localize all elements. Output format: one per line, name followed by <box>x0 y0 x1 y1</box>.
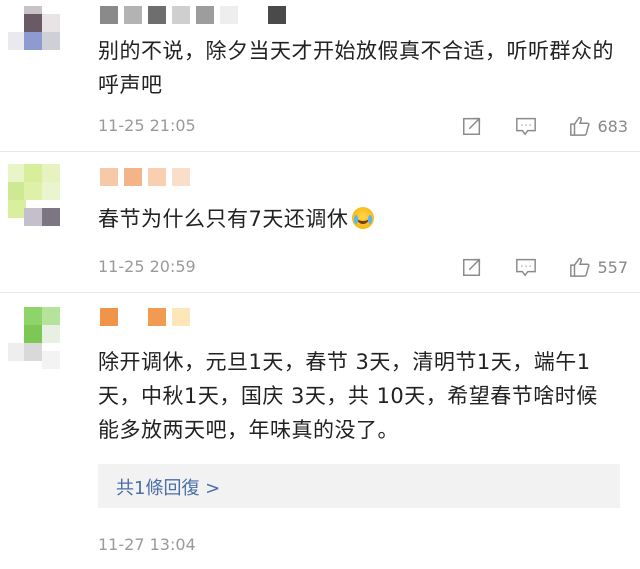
comment-text: 别的不说，除夕当天才开始放假真不合适，听听群众的呼声吧 <box>98 39 614 97</box>
comment-item: 春节为什么只有7天还调休 11-25 20:59 557 <box>0 152 640 292</box>
thumbs-up-icon <box>570 116 591 136</box>
avatar[interactable] <box>8 164 72 228</box>
reply-box: 共1條回復 > <box>98 464 620 508</box>
comment-text: 春节为什么只有7天还调休 <box>98 202 618 236</box>
avatar[interactable] <box>8 307 72 371</box>
avatar[interactable] <box>8 6 72 70</box>
view-replies-link[interactable]: 共1條回復 > <box>116 474 220 500</box>
username[interactable] <box>100 168 190 188</box>
timestamp: 11-25 21:05 <box>98 116 196 135</box>
timestamp: 11-27 13:04 <box>98 535 196 554</box>
comment-button[interactable] <box>515 256 537 278</box>
like-button[interactable]: 557 <box>569 256 628 278</box>
share-button[interactable] <box>461 115 483 137</box>
comment-icon <box>516 117 537 136</box>
comment-meta: 11-27 13:04 <box>98 533 628 557</box>
comment-meta: 11-25 20:59 557 <box>98 255 628 279</box>
like-count: 683 <box>597 116 628 136</box>
share-button[interactable] <box>461 256 483 278</box>
comment-text-content: 春节为什么只有7天还调休 <box>98 207 349 231</box>
comment-item: 别的不说，除夕当天才开始放假真不合适，听听群众的呼声吧 11-25 21:05 … <box>0 0 640 150</box>
username[interactable] <box>100 6 286 26</box>
comment-icon <box>516 258 537 277</box>
comment-button[interactable] <box>515 115 537 137</box>
thumbs-up-icon <box>570 257 591 277</box>
like-count: 557 <box>597 257 628 277</box>
comment-text: 除开调休，元旦1天，春节 3天，清明节1天，端午1天，中秋1天，国庆 3天，共 … <box>98 350 598 442</box>
comment-item: 除开调休，元旦1天，春节 3天，清明节1天，端午1天，中秋1天，国庆 3天，共 … <box>0 293 640 569</box>
comment-meta: 11-25 21:05 683 <box>98 114 628 138</box>
like-button[interactable]: 683 <box>569 115 628 137</box>
timestamp: 11-25 20:59 <box>98 257 196 276</box>
username[interactable] <box>100 308 190 328</box>
share-icon <box>463 258 481 276</box>
crying-laughing-emoji <box>352 207 375 229</box>
share-icon <box>463 117 481 135</box>
